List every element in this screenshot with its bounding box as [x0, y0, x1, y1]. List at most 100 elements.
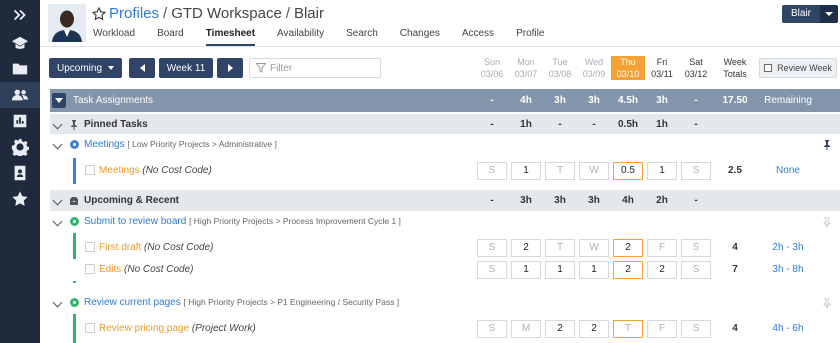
project-link[interactable]: Submit to review board — [84, 216, 186, 227]
profiles-breadcrumb-link[interactable]: Profiles — [109, 5, 159, 22]
first-draft-task-row[interactable]: First draft (No Cost Code) S 2 T W 2 F S… — [50, 233, 840, 283]
task-checkbox[interactable] — [85, 165, 95, 175]
task-link[interactable]: Review pricing page — [99, 323, 189, 334]
chevron-down-icon[interactable] — [52, 119, 63, 130]
folder-icon[interactable] — [0, 56, 40, 82]
project-link[interactable]: Meetings — [84, 139, 125, 150]
submit-project-row[interactable]: Submit to review board [ High Priority P… — [50, 211, 840, 233]
day-input-sun[interactable]: S — [477, 320, 507, 338]
task-week-total: 4 — [732, 242, 738, 253]
task-link[interactable]: Meetings — [99, 165, 140, 176]
day-input-sun[interactable]: S — [477, 239, 507, 257]
day-input-wed[interactable]: W — [579, 239, 609, 257]
next-week-button[interactable] — [217, 58, 243, 78]
day-input-wed[interactable]: 1 — [579, 261, 609, 279]
filter-input[interactable]: Filter — [249, 58, 381, 78]
day-input-mon[interactable]: 1 — [511, 261, 541, 279]
review-week-button[interactable]: Review Week — [759, 58, 837, 78]
day-input-sat[interactable]: S — [681, 239, 711, 257]
day-input-thu[interactable]: 2 — [613, 239, 643, 257]
pinned-tasks-label: Pinned Tasks — [84, 119, 148, 130]
tab-timesheet[interactable]: Timesheet — [205, 28, 256, 46]
day-input-mon[interactable]: 1 — [511, 162, 541, 180]
day-input-thu[interactable]: 2 — [613, 261, 643, 279]
collapse-icon[interactable] — [52, 93, 66, 108]
tab-access[interactable]: Access — [462, 28, 494, 46]
task-remaining[interactable]: None — [762, 165, 814, 176]
day-input-fri[interactable]: 2 — [647, 261, 677, 279]
pin-icon[interactable] — [822, 140, 832, 150]
day-name: Wed — [584, 57, 604, 67]
tab-changes[interactable]: Changes — [400, 28, 440, 46]
gear-icon[interactable] — [0, 134, 40, 160]
day-input-sat[interactable]: S — [681, 320, 711, 338]
review-week-label[interactable]: Review Week — [777, 63, 832, 73]
day-input-fri[interactable]: 1 — [647, 162, 677, 180]
edits-task-row[interactable]: Edits (No Cost Code) S 1 1 1 2 2 S 7 3h … — [50, 259, 840, 281]
tab-workload[interactable]: Workload — [93, 28, 135, 46]
review-project-row[interactable]: Review current pages [ High Priority Pro… — [50, 292, 840, 314]
task-remaining[interactable]: 2h - 3h — [762, 242, 814, 253]
week-label-text[interactable]: Week 11 — [167, 63, 206, 74]
day-input-tue[interactable]: T — [545, 162, 575, 180]
day-input-sun[interactable]: S — [477, 162, 507, 180]
day-input-sat[interactable]: S — [681, 261, 711, 279]
upcoming-recent-section[interactable]: Upcoming & Recent - 3h 3h 3h 4h 2h - — [50, 190, 840, 212]
day-input-tue[interactable]: T — [545, 239, 575, 257]
tab-board[interactable]: Board — [157, 28, 184, 46]
task-checkbox[interactable] — [85, 242, 95, 252]
chevron-right-icon[interactable] — [227, 64, 233, 72]
meetings-task-row[interactable]: Meetings (No Cost Code) S 1 T W 0.5 1 S … — [50, 158, 840, 184]
prev-week-button[interactable] — [129, 58, 155, 78]
task-remaining[interactable]: 3h - 8h — [762, 264, 814, 275]
project-bar — [73, 158, 76, 184]
chart-icon[interactable] — [0, 108, 40, 134]
favorite-star-icon[interactable] — [92, 6, 106, 21]
day-input-sat[interactable]: S — [681, 162, 711, 180]
pinned-tasks-section[interactable]: Pinned Tasks - 1h - - 0.5h 1h - — [50, 114, 840, 136]
users-icon[interactable] — [0, 82, 40, 108]
review-pricing-task-row[interactable]: Review pricing page (Project Work) S M 2… — [50, 314, 840, 343]
pin-icon[interactable] — [822, 298, 832, 308]
project-link[interactable]: Review current pages — [84, 297, 181, 308]
day-input-fri[interactable]: F — [647, 320, 677, 338]
day-date: 03/07 — [514, 69, 538, 79]
day-input-thu[interactable]: 0.5 — [613, 162, 643, 180]
user-menu-button[interactable]: Blair — [782, 5, 839, 23]
day-input-wed[interactable]: W — [579, 162, 609, 180]
day-input-wed[interactable]: 2 — [579, 320, 609, 338]
pin-icon[interactable] — [822, 217, 832, 227]
task-checkbox[interactable] — [85, 323, 95, 333]
chevron-down-icon[interactable] — [52, 139, 63, 150]
tab-search[interactable]: Search — [346, 28, 378, 46]
upcoming-select-label[interactable]: Upcoming — [57, 63, 102, 74]
chevron-down-icon[interactable] — [52, 195, 63, 206]
tab-profile[interactable]: Profile — [516, 28, 544, 46]
contact-card-icon[interactable] — [0, 160, 40, 186]
tab-availability[interactable]: Availability — [277, 28, 324, 46]
review-week-checkbox[interactable] — [764, 64, 773, 72]
chevron-left-icon[interactable] — [139, 64, 145, 72]
day-input-tue[interactable]: 1 — [545, 261, 575, 279]
meetings-project-row[interactable]: Meetings [ Low Priority Projects > Admin… — [50, 134, 840, 156]
task-link[interactable]: Edits — [99, 264, 121, 275]
day-input-tue[interactable]: 2 — [545, 320, 575, 338]
week-label[interactable]: Week 11 — [159, 58, 213, 78]
chevron-down-icon[interactable] — [52, 216, 63, 227]
day-input-thu[interactable]: T — [613, 320, 643, 338]
day-input-mon[interactable]: 2 — [511, 239, 541, 257]
task-remaining[interactable]: 4h - 6h — [762, 323, 814, 334]
day-input-sun[interactable]: S — [477, 261, 507, 279]
day-input-mon[interactable]: M — [511, 320, 541, 338]
task-link[interactable]: First draft — [99, 242, 141, 253]
chevron-down-icon[interactable] — [52, 297, 63, 308]
chevron-down-icon[interactable] — [108, 66, 115, 70]
expand-icon[interactable] — [0, 0, 40, 30]
user-menu-label[interactable]: Blair — [782, 5, 821, 23]
day-input-fri[interactable]: F — [647, 239, 677, 257]
upcoming-select[interactable]: Upcoming — [49, 58, 122, 78]
chevron-down-icon[interactable] — [820, 5, 839, 23]
task-checkbox[interactable] — [85, 264, 95, 274]
star-icon[interactable] — [0, 186, 40, 212]
graduation-cap-icon[interactable] — [0, 30, 40, 56]
